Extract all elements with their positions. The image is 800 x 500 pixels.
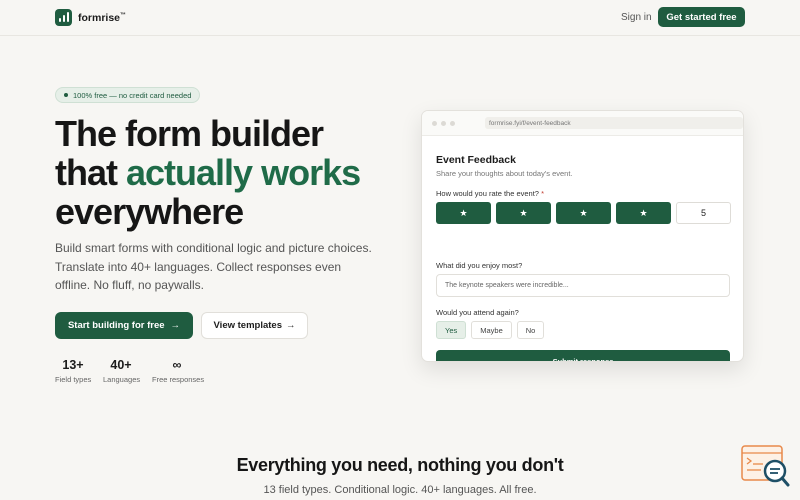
stat-label: Field types	[55, 375, 92, 384]
top-nav: formrise™ Sign in Get started free	[0, 0, 800, 36]
headline-line-2: that	[55, 152, 126, 193]
stat-number: 40+	[110, 358, 132, 372]
browser-bar: formrise.fyi/f/event-feedback	[422, 111, 743, 136]
stat-label: Free responses	[152, 375, 205, 384]
stat-number: ∞	[172, 358, 182, 372]
required-mark: *	[541, 189, 544, 198]
enjoy-text-input[interactable]: The keynote speakers were incredible...	[436, 274, 730, 297]
star-icon: ★	[459, 207, 468, 218]
stat-number: 13+	[62, 358, 84, 372]
star-3-button[interactable]: ★	[556, 202, 611, 224]
free-badge: 100% free — no credit card needed	[55, 87, 201, 103]
star-2-button[interactable]: ★	[496, 202, 551, 224]
option-no[interactable]: No	[516, 321, 545, 339]
stat-label: Languages	[103, 375, 141, 384]
hero-headline: The form builder that actually works eve…	[55, 114, 415, 231]
arrow-right-icon: →	[170, 320, 181, 331]
option-maybe[interactable]: Maybe	[471, 321, 512, 339]
star-icon: ★	[639, 207, 648, 218]
rating-value[interactable]: 5	[676, 202, 731, 224]
star-icon: ★	[579, 207, 588, 218]
features-title: Everything you need, nothing you don't	[236, 455, 564, 475]
features-subtitle: 13 field types. Conditional logic. 40+ l…	[263, 484, 537, 496]
headline-accent: actually works	[126, 152, 361, 193]
star-icon: ★	[519, 207, 528, 218]
question-attend-label: Would you attend again?	[436, 308, 519, 317]
stat-field-types: 13+ Field types	[55, 358, 91, 384]
view-templates-button[interactable]: View templates →	[201, 312, 308, 339]
form-preview-card: formrise.fyi/f/event-feedback Event Feed…	[421, 110, 744, 362]
code-search-icon[interactable]	[741, 445, 791, 491]
option-yes[interactable]: Yes	[436, 321, 467, 339]
address-bar: formrise.fyi/f/event-feedback	[485, 117, 743, 129]
brand-name: formrise™	[78, 11, 127, 24]
widget-graphic	[741, 445, 790, 487]
arrow-right-icon: →	[285, 320, 296, 331]
start-building-label: Start building for free	[67, 320, 165, 331]
star-1-button[interactable]: ★	[436, 202, 491, 224]
window-dot-icon	[441, 120, 446, 126]
stat-free-responses: ∞ Free responses	[152, 358, 205, 384]
hero-subtitle: Build smart forms with conditional logic…	[55, 241, 372, 292]
headline-line-3: everywhere	[55, 191, 244, 232]
start-building-button[interactable]: Start building for free →	[55, 312, 193, 339]
submit-response-button[interactable]: Submit response	[436, 350, 730, 361]
question-enjoy-label: What did you enjoy most?	[436, 261, 523, 270]
brand[interactable]: formrise™	[55, 9, 126, 26]
sign-in-link[interactable]: Sign in	[621, 12, 652, 23]
get-started-button[interactable]: Get started free	[658, 7, 745, 27]
star-4-button[interactable]: ★	[616, 202, 671, 224]
badge-dot-icon	[64, 93, 68, 97]
window-dot-icon	[450, 120, 455, 126]
rating-input: ★ ★ ★ ★ 5	[436, 202, 731, 224]
stat-languages: 40+ Languages	[103, 358, 141, 384]
attend-choices: Yes Maybe No	[436, 321, 545, 339]
bar-chart-icon	[55, 9, 72, 26]
view-templates-label: View templates	[213, 320, 282, 331]
question-rating-label: How would you rate the event? *	[436, 189, 544, 198]
headline-line-1: The form builder	[55, 113, 324, 154]
form-description: Share your thoughts about today's event.	[436, 169, 573, 178]
window-dot-icon	[432, 120, 437, 126]
form-title: Event Feedback	[436, 154, 516, 166]
badge-text: 100% free — no credit card needed	[73, 90, 192, 100]
